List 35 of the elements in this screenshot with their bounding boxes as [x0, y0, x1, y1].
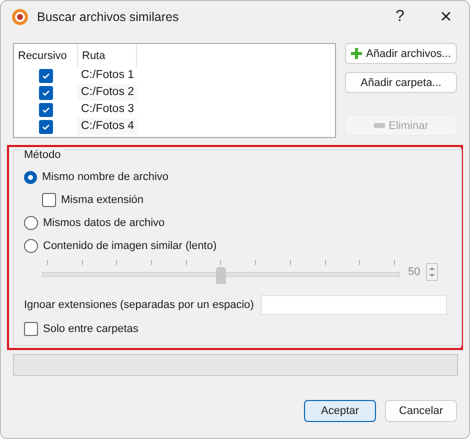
side-button[interactable]: Añadir archivos... — [345, 43, 457, 64]
checkbox[interactable] — [38, 68, 52, 82]
radio-button[interactable] — [24, 170, 37, 184]
radio-button[interactable] — [24, 239, 38, 253]
option-label: Contenido de imagen similar (lento) — [43, 240, 217, 252]
spinner-icon[interactable] — [426, 263, 438, 281]
radio-button[interactable] — [24, 216, 38, 230]
table-cell-text: C:/Fotos 1 — [80, 68, 136, 83]
option-label: Misma extensión — [61, 194, 144, 206]
table-cell-text: C:/Fotos 3 — [80, 102, 136, 117]
table-cell: C:/Fotos 4 — [77, 118, 137, 135]
ignore-label: Ignoar extensiones (separadas por un espacio) — [24, 299, 254, 311]
checkbox[interactable] — [38, 86, 52, 100]
dialog-button[interactable]: Aceptar — [304, 400, 376, 422]
checkbox[interactable] — [24, 322, 38, 336]
dialog-button[interactable]: Cancelar — [385, 400, 457, 422]
option-label: Mismo nombre de archivo — [42, 171, 169, 183]
checkbox[interactable] — [42, 193, 56, 207]
checkbox[interactable] — [38, 102, 52, 116]
input-field[interactable] — [260, 295, 447, 315]
checkbox[interactable] — [38, 120, 52, 134]
plus-icon — [351, 48, 362, 59]
side-button[interactable]: Añadir carpeta... — [345, 72, 457, 93]
column-header[interactable]: Recursivo — [14, 44, 78, 67]
minus-icon — [374, 123, 385, 128]
help-button[interactable]: ? — [377, 1, 423, 33]
app-logo-icon — [11, 8, 29, 26]
option-label: Solo entre carpetas — [43, 323, 138, 335]
slider-value: 50 — [408, 266, 420, 278]
close-button[interactable]: × — [423, 1, 469, 33]
column-header[interactable]: Ruta — [78, 44, 137, 67]
window-title: Buscar archivos similares — [37, 10, 180, 24]
table-cell: C:/Fotos 2 — [77, 84, 137, 101]
group-title: Método — [22, 149, 63, 161]
option-label: Mismos datos de archivo — [43, 217, 165, 229]
